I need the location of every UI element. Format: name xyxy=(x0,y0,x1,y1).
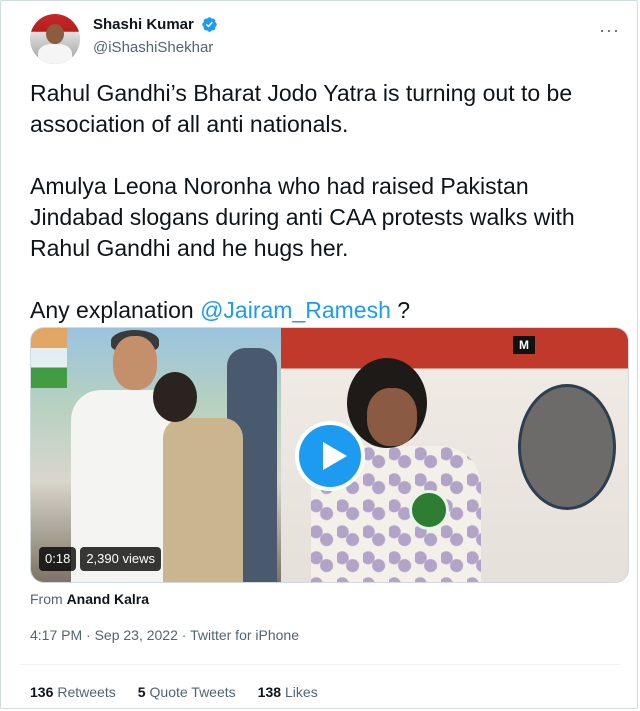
quotes-label: Quote Tweets xyxy=(149,684,236,700)
more-options-icon[interactable]: ··· xyxy=(599,20,620,41)
girl-figure xyxy=(163,418,243,582)
likes-stat[interactable]: 138 Likes xyxy=(258,684,318,700)
tweet-timestamp[interactable]: 4:17 PM · Sep 23, 2022 · Twitter for iPh… xyxy=(30,627,299,643)
author-display-name[interactable]: Shashi Kumar xyxy=(93,16,194,33)
retweets-count: 136 xyxy=(30,684,54,700)
tweet-paragraph-3-suffix: ? xyxy=(390,297,411,323)
likes-label: Likes xyxy=(285,684,318,700)
tweet-paragraph-2: Amulya Leona Noronha who had raised Paki… xyxy=(30,173,575,261)
attribution-prefix: From xyxy=(30,591,67,607)
video-views: 2,390 views xyxy=(80,547,161,571)
tweet-paragraph-1: Rahul Gandhi’s Bharat Jodo Yatra is turn… xyxy=(30,80,573,137)
avatar[interactable] xyxy=(30,14,80,64)
video-meta: 0:18 2,390 views xyxy=(39,547,161,571)
avatar-body xyxy=(38,44,72,64)
quotes-stat[interactable]: 5 Quote Tweets xyxy=(138,684,236,700)
video-duration: 0:18 xyxy=(39,547,77,571)
flag-graphic xyxy=(31,328,67,388)
badge-rosette xyxy=(409,490,449,530)
speaker-face xyxy=(367,388,417,446)
attribution-name[interactable]: Anand Kalra xyxy=(67,591,149,607)
quotes-count: 5 xyxy=(137,684,146,700)
verified-badge-icon xyxy=(202,17,218,33)
tweet-text: Rahul Gandhi’s Bharat Jodo Yatra is turn… xyxy=(30,78,615,326)
likes-count: 138 xyxy=(257,684,282,700)
video-thumbnail-left xyxy=(31,328,281,582)
tweet-paragraph-3-text: Any explanation xyxy=(30,297,201,323)
tweet-paragraph-3: Any explanation @Jairam_Ramesh ? xyxy=(30,295,615,326)
man-head xyxy=(113,336,157,390)
play-icon xyxy=(323,442,347,470)
tweet-header: Shashi Kumar @iShashiShekhar ··· xyxy=(30,14,630,64)
author-handle[interactable]: @iShashiShekhar xyxy=(93,39,218,56)
poster-portrait xyxy=(518,384,616,510)
video-attribution: From Anand Kalra xyxy=(30,591,149,607)
engagement-stats: 136 Retweets 5 Quote Tweets 138 Likes xyxy=(30,684,318,700)
retweets-label: Retweets xyxy=(57,684,116,700)
mention-link[interactable]: @Jairam_Ramesh xyxy=(200,297,391,323)
avatar-face xyxy=(46,24,64,44)
girl-head xyxy=(153,372,197,422)
play-button[interactable] xyxy=(295,421,365,491)
channel-logo: M xyxy=(513,336,535,354)
video-player[interactable]: M 0:18 2,390 views xyxy=(30,327,629,583)
author-block: Shashi Kumar @iShashiShekhar xyxy=(93,16,218,56)
retweets-stat[interactable]: 136 Retweets xyxy=(30,684,116,700)
divider xyxy=(20,664,620,665)
